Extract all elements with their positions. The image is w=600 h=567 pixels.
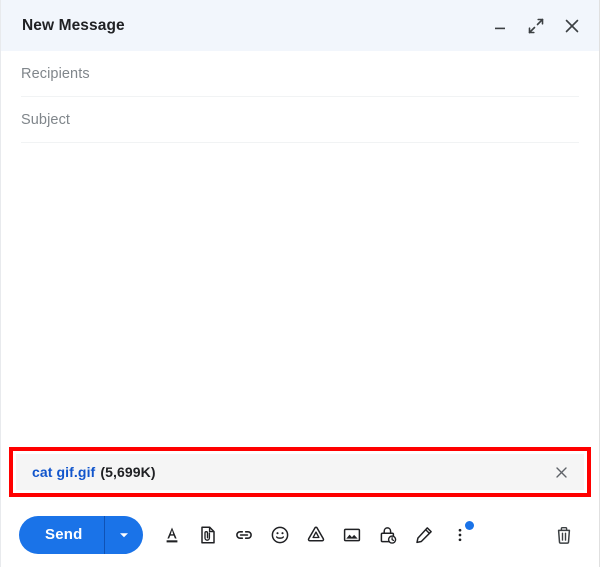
attachment-size: (5,699K) xyxy=(100,464,156,480)
expand-icon xyxy=(528,18,544,33)
attachment-highlight-box: cat gif.gif (5,699K) xyxy=(9,447,591,497)
image-icon xyxy=(344,528,361,542)
send-button[interactable]: Send xyxy=(19,516,104,554)
attach-file-icon xyxy=(201,526,216,544)
compose-toolbar: Send xyxy=(1,503,599,567)
attach-files-button[interactable] xyxy=(191,518,225,552)
insert-signature-button[interactable] xyxy=(407,518,441,552)
page-title: New Message xyxy=(22,16,125,34)
attachment-remove-button[interactable] xyxy=(552,463,570,481)
confidential-mode-button[interactable] xyxy=(371,518,405,552)
lock-clock-icon xyxy=(381,527,397,544)
message-body[interactable] xyxy=(1,143,599,447)
insert-drive-file-button[interactable] xyxy=(299,518,333,552)
recipients-placeholder: Recipients xyxy=(21,66,90,82)
subject-placeholder: Subject xyxy=(21,112,71,128)
insert-emoji-button[interactable] xyxy=(263,518,297,552)
format-text-icon xyxy=(167,527,178,543)
discard-draft-button[interactable] xyxy=(547,518,581,552)
google-drive-icon xyxy=(308,526,325,542)
emoji-icon xyxy=(272,526,289,544)
subject-field[interactable]: Subject xyxy=(1,97,599,143)
minimize-icon xyxy=(495,27,505,29)
attachment-filename[interactable]: cat gif.gif xyxy=(32,464,95,480)
attachment-chip[interactable]: cat gif.gif (5,699K) xyxy=(16,454,584,490)
formatting-options-button[interactable] xyxy=(155,518,189,552)
send-options-button[interactable] xyxy=(105,516,143,554)
chevron-down-icon xyxy=(120,533,129,538)
insert-link-button[interactable] xyxy=(227,518,261,552)
close-icon xyxy=(555,466,567,478)
compose-window: New Message Recipients Subject cat gif.g… xyxy=(0,0,600,567)
recipients-field[interactable]: Recipients xyxy=(1,51,599,97)
window-controls xyxy=(487,13,585,39)
expand-button[interactable] xyxy=(523,13,549,39)
more-options-badge xyxy=(465,521,475,530)
attachment-area: cat gif.gif (5,699K) xyxy=(1,447,599,503)
insert-photo-button[interactable] xyxy=(335,518,369,552)
link-icon xyxy=(236,531,253,539)
minimize-button[interactable] xyxy=(487,13,513,39)
pen-icon xyxy=(416,527,433,544)
close-icon xyxy=(565,19,579,32)
trash-icon xyxy=(557,527,571,544)
close-button[interactable] xyxy=(559,13,585,39)
toolbar-icons xyxy=(155,518,477,552)
send-button-group: Send xyxy=(19,516,144,554)
more-options-button[interactable] xyxy=(443,518,477,552)
compose-header: New Message xyxy=(1,0,599,51)
